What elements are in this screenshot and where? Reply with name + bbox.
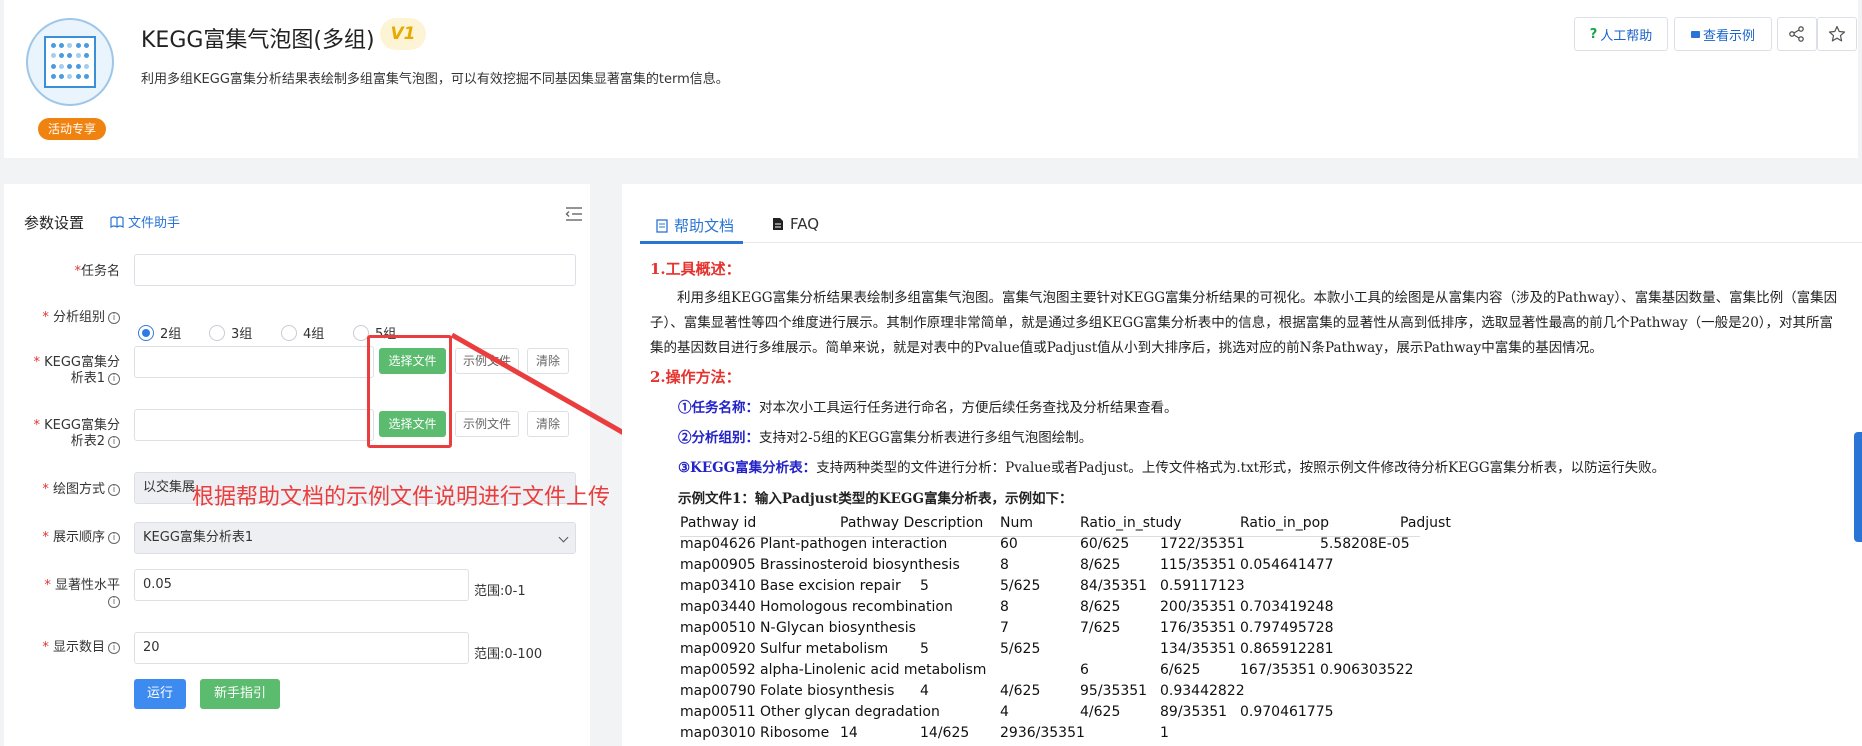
tool-header: 活动专享 KEGG富集气泡图(多组) V1 利用多组KEGG富集分析结果表绘制多… — [4, 0, 1858, 158]
run-button[interactable]: 运行 — [134, 679, 186, 709]
example-title: 示例文件1：输入Padjust类型的KEGG富集分析表，示例如下： — [678, 491, 1073, 507]
page-title: KEGG富集气泡图(多组) — [141, 28, 375, 53]
task-name-label: *任务名 — [74, 264, 120, 279]
count-range: 范围:0-100 — [474, 647, 543, 662]
active-tab-indicator — [640, 241, 743, 244]
table-row: map00510 N-Glycan biosynthesis 7 7/625 176/3… — [680, 620, 1334, 636]
guide-button[interactable]: 新手指引 — [200, 679, 280, 709]
table1-clear-button[interactable]: 清除 — [527, 348, 569, 374]
info-icon: i — [108, 484, 120, 496]
table-row: map03410 Base excision repair 5 5/625 84/353… — [680, 578, 1245, 594]
bubble-chart-icon — [44, 36, 96, 88]
question-icon: ? — [1589, 26, 1598, 42]
highlight-box — [367, 335, 452, 448]
file-helper-label: 文件助手 — [128, 216, 181, 231]
item-task-name: ①任务名称：对本次小工具运行任务进行命名，方便后续任务查找及分析结果查看。 — [678, 400, 1178, 416]
promo-badge[interactable]: 活动专享 — [38, 118, 106, 140]
order-select[interactable]: KEGG富集分析表1 — [134, 522, 576, 554]
tab-help-doc[interactable]: 帮助文档 — [656, 215, 734, 236]
share-icon — [1789, 26, 1804, 42]
item-group: ②分析组别：支持对2-5组的KEGG富集分析表进行多组气泡图绘制。 — [678, 430, 1093, 446]
radio-icon — [281, 324, 297, 341]
order-label: * 展示顺序 i — [12, 530, 120, 546]
book-icon — [110, 215, 124, 228]
radio-selected-icon — [138, 324, 154, 341]
section1-title: 1.工具概述： — [650, 260, 741, 278]
task-name-input[interactable] — [134, 254, 576, 286]
significance-label: * 显著性水平 i — [44, 578, 120, 608]
significance-range: 范围:0-1 — [474, 584, 526, 599]
info-icon: i — [108, 373, 120, 385]
table-header-row: Pathway id Pathway Description Num Ratio… — [680, 515, 1451, 531]
info-icon: i — [108, 312, 120, 324]
significance-input[interactable]: 0.05 — [134, 569, 469, 601]
example-table: Pathway id Pathway Description Num Ratio… — [680, 515, 1451, 746]
table1-label: * KEGG富集分 析表1 i — [33, 355, 120, 386]
manual-help-button[interactable]: ? 人工帮助 — [1574, 17, 1668, 51]
table-row: map00511 Other glycan degradation 4 4/625 89… — [680, 704, 1334, 720]
share-button[interactable] — [1777, 17, 1817, 51]
radio-icon — [209, 324, 225, 341]
table1-example-file-button[interactable]: 示例文件 — [455, 348, 519, 374]
table2-label: * KEGG富集分 析表2 i — [33, 418, 120, 449]
annotation-text: 根据帮助文档的示例文件说明进行文件上传 — [192, 485, 611, 510]
table-row: map00920 Sulfur metabolism 5 5/625 134/35351… — [680, 641, 1334, 657]
collapse-panel-icon[interactable] — [565, 206, 583, 222]
favorite-button[interactable] — [1817, 17, 1857, 51]
plot-mode-label: * 绘图方式 i — [12, 482, 120, 498]
section2-title: 2.操作方法： — [650, 368, 741, 386]
param-panel-title: 参数设置 — [24, 214, 85, 232]
file-helper-link[interactable]: 文件助手 — [110, 212, 180, 231]
manual-help-label: 人工帮助 — [1600, 28, 1653, 44]
info-icon: i — [108, 596, 120, 608]
table1-file-input[interactable] — [134, 346, 374, 378]
table-row: map00592 alpha-Linolenic acid metabolism 6… — [680, 662, 1414, 678]
group-radio-3[interactable]: 3组 — [209, 323, 252, 342]
section1-text: 利用多组KEGG富集分析结果表绘制多组富集气泡图。富集气泡图主要针对KEGG富集… — [650, 290, 1838, 356]
view-example-label: 查看示例 — [1702, 28, 1755, 44]
side-float-tab[interactable] — [1854, 432, 1862, 542]
document-icon — [656, 218, 668, 233]
table-row: map03010 Ribosome 14 14/625 2936/35351 1 — [680, 725, 1169, 741]
table-row: map00905 Brassinosteroid biosynthesis 8 8/6… — [680, 557, 1334, 573]
info-icon: i — [108, 532, 120, 544]
count-label: * 显示数目 i — [12, 640, 120, 656]
info-icon: i — [108, 436, 120, 448]
table2-file-input[interactable] — [134, 409, 374, 441]
star-icon — [1828, 25, 1846, 42]
group-label: * 分析组别 i — [12, 310, 120, 326]
tool-logo — [26, 18, 114, 106]
group-radio-4[interactable]: 4组 — [281, 323, 324, 342]
table-row: map00790 Folate biosynthesis 4 4/625 95/3535… — [680, 683, 1245, 699]
version-badge: V1 — [380, 18, 426, 50]
info-icon: i — [108, 642, 120, 654]
group-radio-2[interactable]: 2组 — [138, 323, 181, 342]
example-icon — [1690, 30, 1700, 38]
table-row: map03440 Homologous recombination 8 8/625 20… — [680, 599, 1334, 615]
tab-faq[interactable]: FAQ — [772, 215, 819, 233]
table2-clear-button[interactable]: 清除 — [527, 411, 569, 437]
chevron-down-icon — [558, 532, 569, 543]
page-subtitle: 利用多组KEGG富集分析结果表绘制多组富集气泡图，可以有效挖掘不同基因集显著富集… — [141, 72, 729, 87]
view-example-button[interactable]: 查看示例 — [1674, 17, 1772, 51]
table2-example-file-button[interactable]: 示例文件 — [455, 411, 519, 437]
file-icon — [773, 218, 783, 230]
table-row: map04626 Plant-pathogen interaction 60 60/6… — [680, 536, 1410, 552]
item-kegg-table: ③KEGG富集分析表：支持两种类型的文件进行分析：Pvalue或者Padjust… — [678, 460, 1666, 476]
count-input[interactable]: 20 — [134, 632, 469, 664]
